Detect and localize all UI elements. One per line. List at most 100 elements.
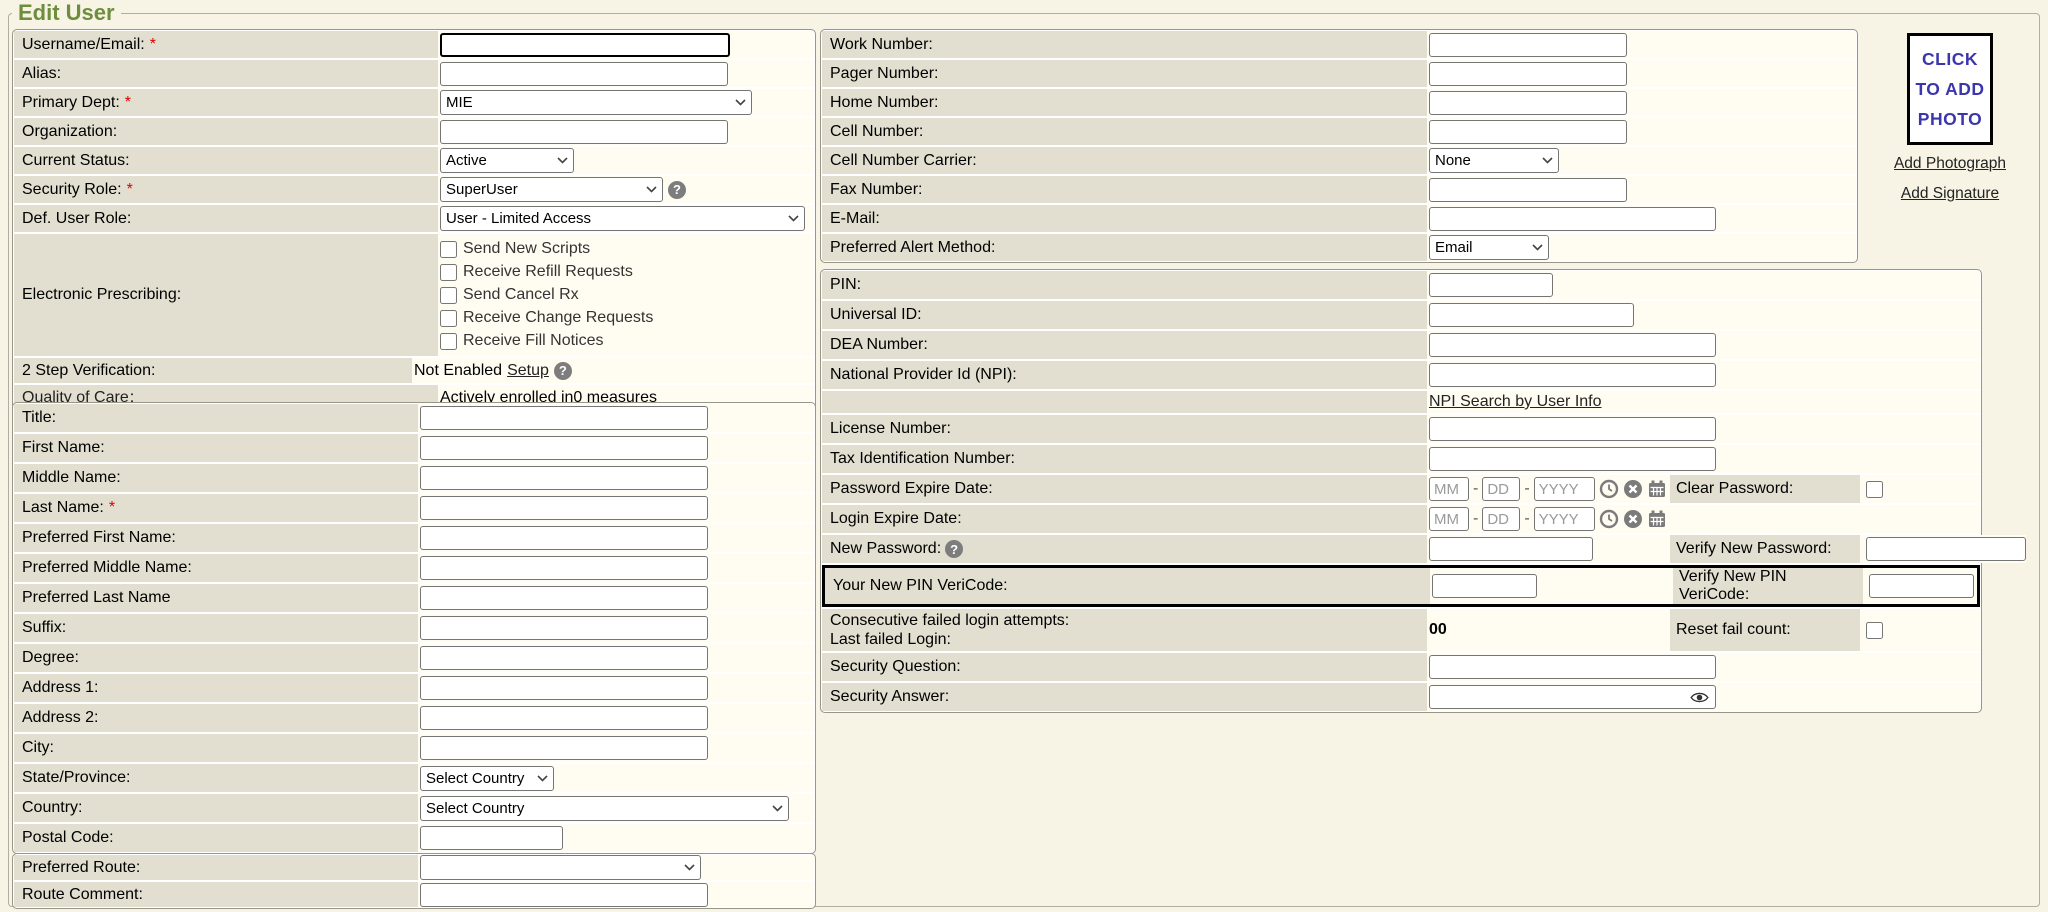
row-last-name: Last Name:* — [14, 494, 814, 522]
work-number-input[interactable] — [1429, 33, 1627, 57]
pwd-expire-dd-input[interactable] — [1482, 477, 1520, 501]
security-role-select[interactable]: SuperUser — [440, 177, 663, 202]
clear-date-icon[interactable] — [1623, 509, 1643, 529]
pager-number-input[interactable] — [1429, 62, 1627, 86]
verify-new-password-input[interactable] — [1866, 537, 2026, 561]
dea-number-input[interactable] — [1429, 333, 1716, 357]
title-input[interactable] — [420, 406, 708, 430]
verify-new-password-label: Verify New Password: — [1676, 540, 1832, 558]
add-signature-link[interactable]: Add Signature — [1901, 185, 1999, 203]
new-password-input[interactable] — [1429, 537, 1593, 561]
country-label: Country: — [22, 799, 82, 817]
primary-dept-select[interactable]: MIE — [440, 90, 752, 115]
contact-group: Work Number: Pager Number: Home Number: … — [820, 29, 1858, 263]
fax-number-input[interactable] — [1429, 178, 1627, 202]
chevron-down-icon — [646, 186, 657, 193]
login-expire-yyyy-input[interactable] — [1534, 507, 1595, 531]
organization-input[interactable] — [440, 120, 728, 144]
def-user-role-select[interactable]: User - Limited Access — [440, 206, 805, 231]
row-npi: National Provider Id (NPI): — [822, 361, 1980, 389]
row-pager-number: Pager Number: — [822, 60, 1856, 87]
alert-method-label: Preferred Alert Method: — [830, 239, 995, 257]
login-expire-dd-input[interactable] — [1482, 507, 1520, 531]
setup-link[interactable]: Setup — [507, 362, 549, 380]
pin-input[interactable] — [1429, 273, 1553, 297]
calendar-icon[interactable] — [1647, 479, 1667, 499]
clock-icon[interactable] — [1599, 509, 1619, 529]
username-label: Username/Email: — [22, 36, 145, 54]
receive-refill-requests-checkbox[interactable] — [440, 264, 457, 281]
npi-search-link[interactable]: NPI Search by User Info — [1429, 393, 1602, 411]
receive-change-requests-checkbox[interactable] — [440, 310, 457, 327]
postal-code-input[interactable] — [420, 826, 563, 850]
home-number-label: Home Number: — [830, 94, 938, 112]
universal-id-input[interactable] — [1429, 303, 1634, 327]
last-failed-login-label: Last failed Login: — [830, 630, 951, 649]
ep-option-receive-refill-requests: Receive Refill Requests — [440, 263, 653, 281]
country-value: Select Country — [426, 800, 524, 817]
clear-date-icon[interactable] — [1623, 479, 1643, 499]
last-name-input[interactable] — [420, 496, 708, 520]
cell-carrier-value: None — [1435, 152, 1471, 169]
chevron-down-icon — [788, 215, 799, 222]
page-title: Edit User — [12, 0, 121, 26]
current-status-select[interactable]: Active — [440, 148, 574, 173]
suffix-label: Suffix: — [22, 619, 66, 637]
alert-method-select[interactable]: Email — [1429, 235, 1549, 260]
suffix-input[interactable] — [420, 616, 708, 640]
verify-pin-vericode-input[interactable] — [1869, 574, 1974, 598]
city-input[interactable] — [420, 736, 708, 760]
state-province-select[interactable]: Select Country — [420, 766, 554, 791]
work-number-label: Work Number: — [830, 36, 933, 54]
first-name-input[interactable] — [420, 436, 708, 460]
checkbox-label: Receive Change Requests — [463, 309, 653, 327]
chevron-down-icon — [537, 775, 548, 782]
address1-input[interactable] — [420, 676, 708, 700]
date-separator: - — [1524, 510, 1529, 528]
preferred-middle-name-input[interactable] — [420, 556, 708, 580]
add-photograph-link[interactable]: Add Photograph — [1894, 155, 2006, 173]
security-role-help-icon[interactable]: ? — [668, 181, 686, 199]
cell-number-input[interactable] — [1429, 120, 1627, 144]
username-input[interactable] — [440, 33, 730, 57]
license-number-input[interactable] — [1429, 417, 1716, 441]
route-comment-label: Route Comment: — [22, 886, 143, 904]
calendar-icon[interactable] — [1647, 509, 1667, 529]
email-input[interactable] — [1429, 207, 1716, 231]
pin-vericode-input[interactable] — [1432, 574, 1537, 598]
degree-input[interactable] — [420, 646, 708, 670]
preferred-last-name-input[interactable] — [420, 586, 708, 610]
click-to-add-photo-box[interactable]: CLICK TO ADD PHOTO — [1907, 33, 1993, 145]
row-email: E-Mail: — [822, 205, 1856, 232]
npi-label: National Provider Id (NPI): — [830, 366, 1017, 384]
country-select[interactable]: Select Country — [420, 796, 789, 821]
receive-fill-notices-checkbox[interactable] — [440, 333, 457, 350]
eye-icon[interactable] — [1690, 691, 1709, 709]
address2-input[interactable] — [420, 706, 708, 730]
new-password-help-icon[interactable]: ? — [945, 540, 963, 558]
cell-carrier-select[interactable]: None — [1429, 148, 1559, 173]
row-home-number: Home Number: — [822, 89, 1856, 116]
row-alert-method: Preferred Alert Method: Email — [822, 234, 1856, 261]
tax-id-input[interactable] — [1429, 447, 1716, 471]
home-number-input[interactable] — [1429, 91, 1627, 115]
clock-icon[interactable] — [1599, 479, 1619, 499]
alias-input[interactable] — [440, 62, 728, 86]
pwd-expire-mm-input[interactable] — [1429, 477, 1469, 501]
npi-input[interactable] — [1429, 363, 1716, 387]
security-question-input[interactable] — [1429, 655, 1716, 679]
pwd-expire-yyyy-input[interactable] — [1534, 477, 1595, 501]
login-expire-mm-input[interactable] — [1429, 507, 1469, 531]
middle-name-input[interactable] — [420, 466, 708, 490]
clear-password-checkbox[interactable] — [1866, 481, 1883, 498]
row-security-role: Security Role:* SuperUser ? — [14, 176, 814, 203]
preferred-first-name-input[interactable] — [420, 526, 708, 550]
route-comment-input[interactable] — [420, 883, 708, 907]
send-new-scripts-checkbox[interactable] — [440, 241, 457, 258]
two-step-help-icon[interactable]: ? — [554, 362, 572, 380]
row-license-number: License Number: — [822, 415, 1980, 443]
security-answer-input[interactable] — [1429, 685, 1716, 709]
reset-fail-count-checkbox[interactable] — [1866, 622, 1883, 639]
send-cancel-rx-checkbox[interactable] — [440, 287, 457, 304]
preferred-route-select[interactable] — [420, 855, 701, 880]
